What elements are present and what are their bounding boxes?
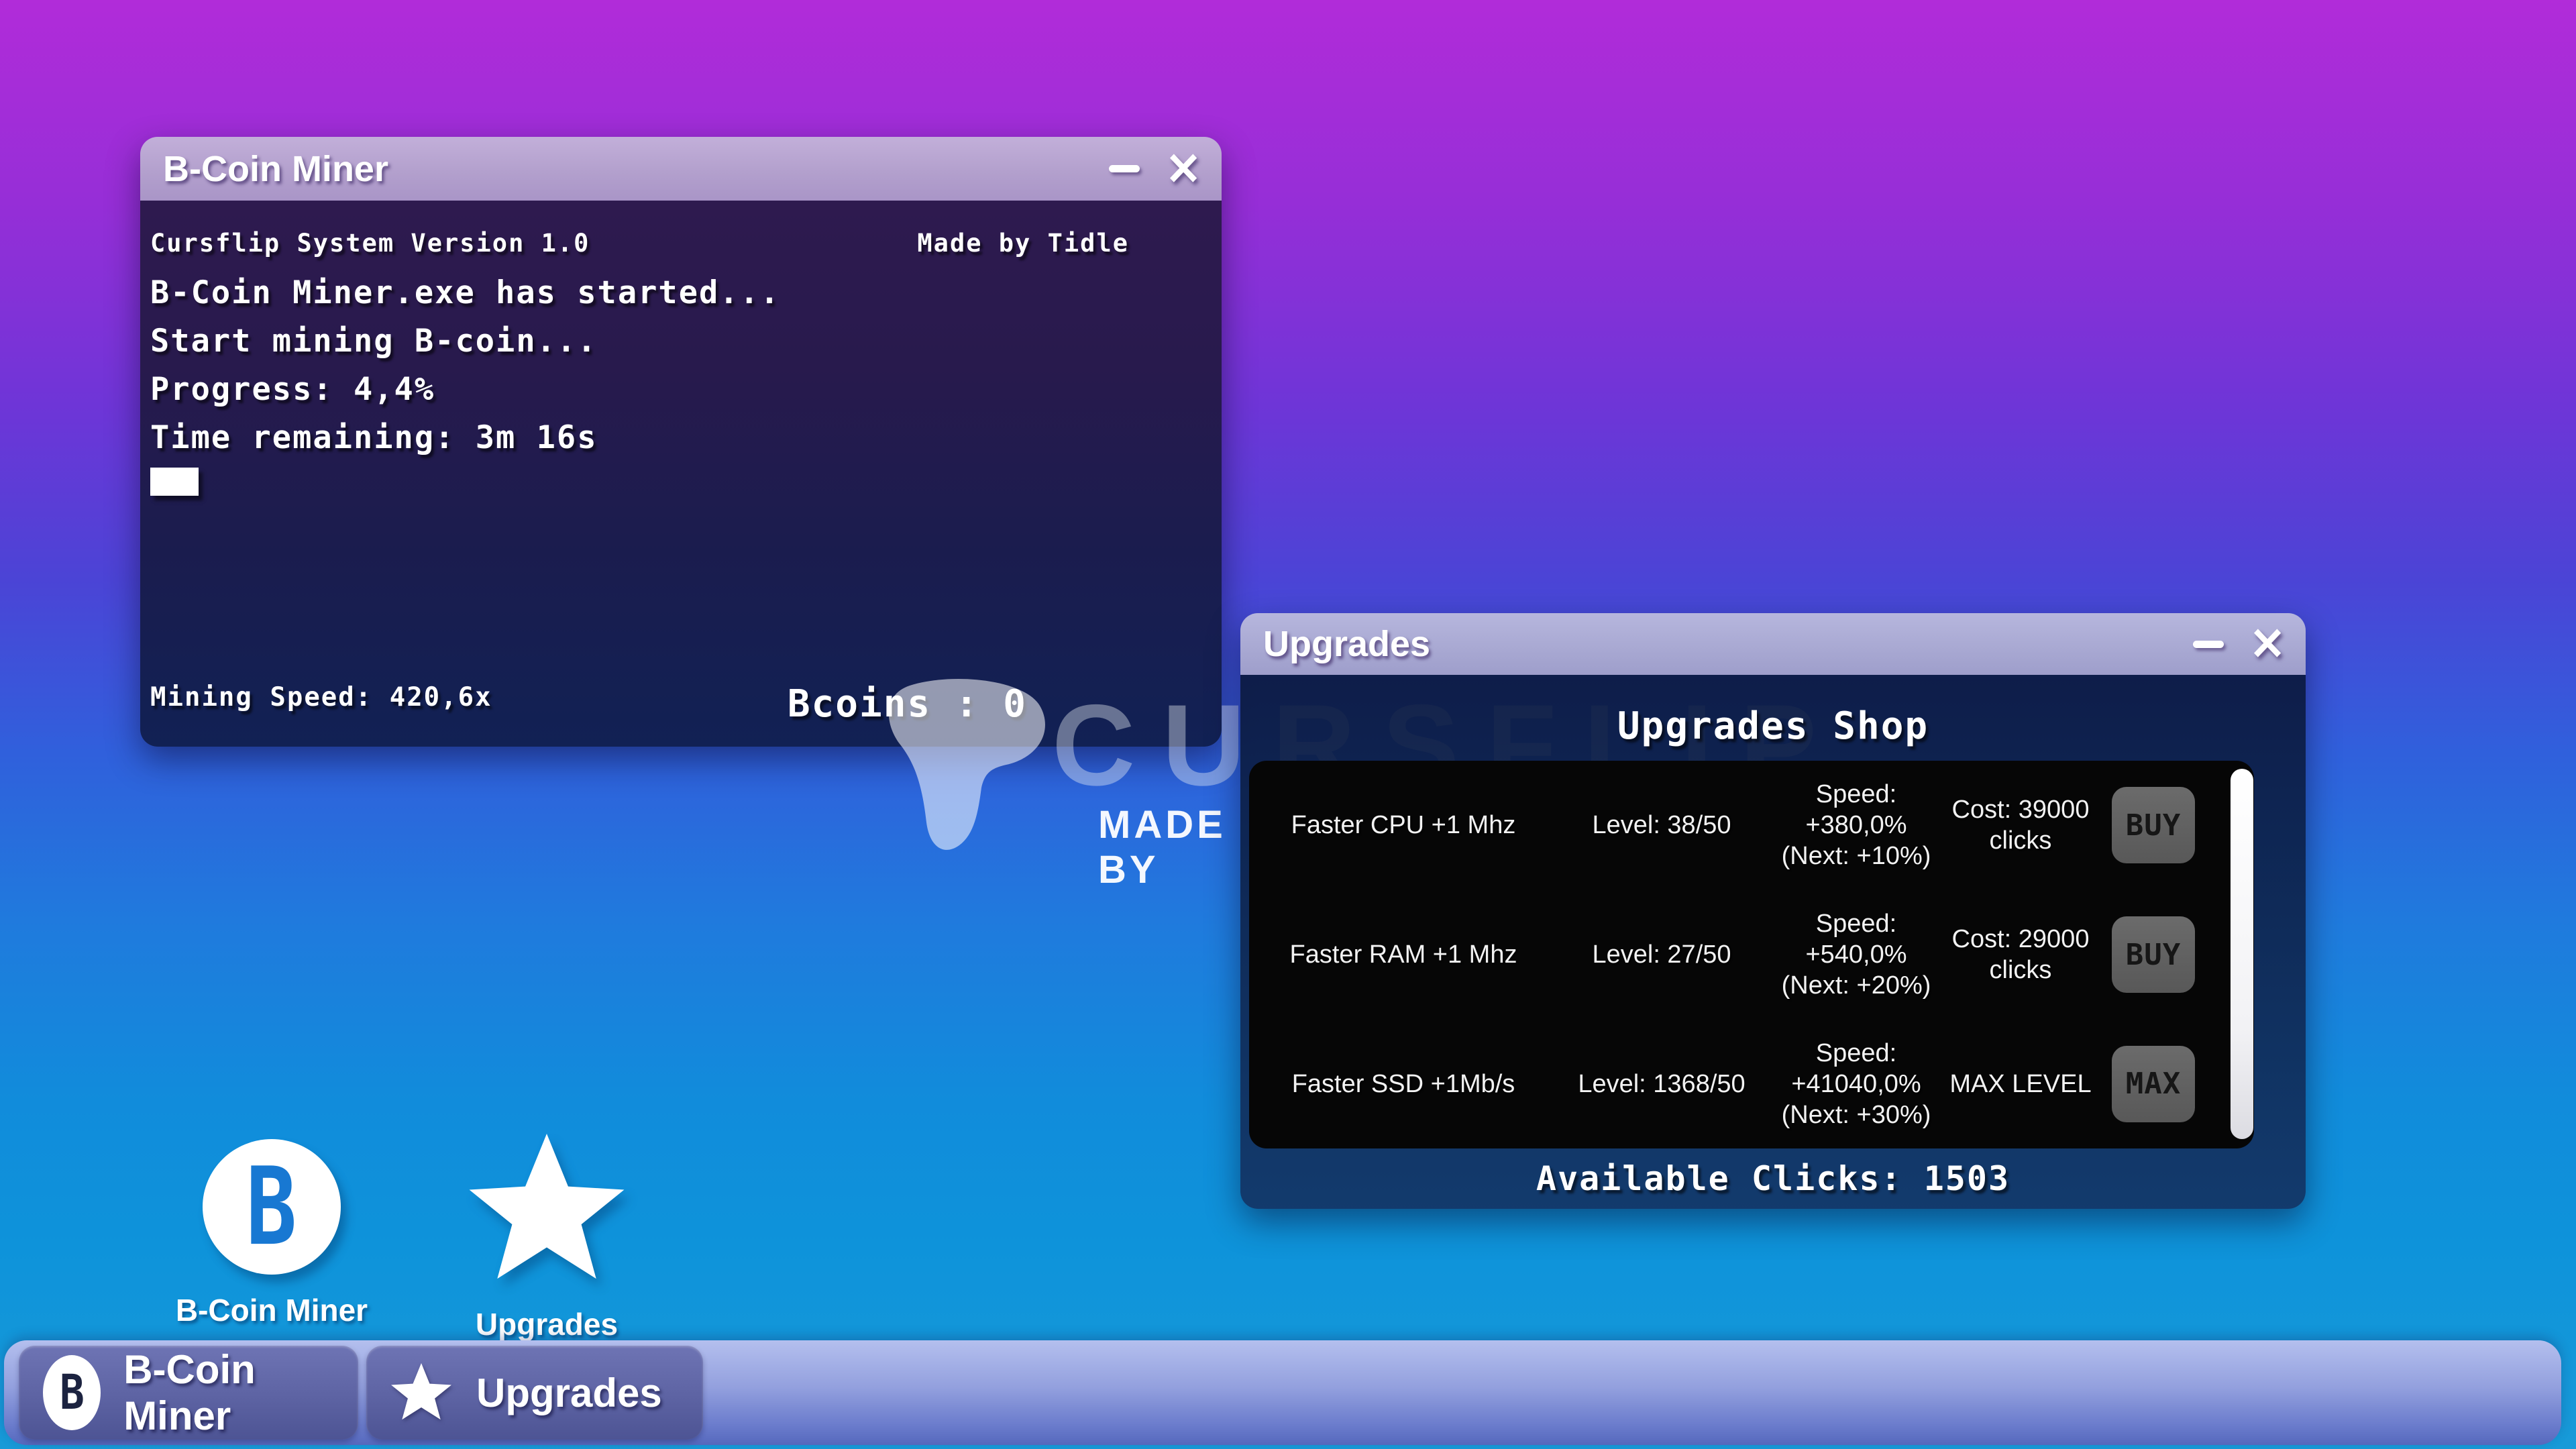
desktop-icon-label: Upgrades <box>433 1306 661 1342</box>
mining-speed-label: Mining Speed: 420,6x <box>150 682 492 712</box>
buy-button-label: BUY <box>2126 938 2181 972</box>
shop-row-faster-ram: Faster RAM +1 Mhz Level: 27/50 Speed: +5… <box>1249 890 2254 1020</box>
speed-line: Speed: +41040,0% <box>1766 1038 1947 1099</box>
upgrade-level: Level: 27/50 <box>1558 939 1766 970</box>
miner-titlebar[interactable]: B-Coin Miner ✕ <box>140 137 1222 201</box>
star-icon <box>389 1363 453 1422</box>
upgrade-name: Faster SSD +1Mb/s <box>1249 1069 1558 1099</box>
speed-next-line: (Next: +20%) <box>1766 970 1947 1001</box>
upgrade-speed: Speed: +540,0% (Next: +20%) <box>1766 908 1947 1001</box>
upgrade-name: Faster CPU +1 Mhz <box>1249 810 1558 841</box>
minimize-button[interactable] <box>2193 641 2224 648</box>
cost-unit-line: clicks <box>1947 825 2094 856</box>
system-version-label: Cursflip System Version 1.0 <box>150 229 590 258</box>
speed-line: Speed: +540,0% <box>1766 908 1947 970</box>
taskbar: B B-Coin Miner Upgrades <box>4 1340 2561 1445</box>
taskbar-item-bcoin-miner[interactable]: B B-Coin Miner <box>19 1346 358 1440</box>
shop-scrollbar[interactable] <box>2231 769 2253 1139</box>
bcoin-icon: B <box>203 1139 341 1275</box>
upgrades-window: Upgrades ✕ Upgrades Shop Faster CPU +1 M… <box>1240 613 2306 1209</box>
upgrade-name: Faster RAM +1 Mhz <box>1249 939 1558 970</box>
shop-row-faster-ssd: Faster SSD +1Mb/s Level: 1368/50 Speed: … <box>1249 1019 2254 1148</box>
progress-bar-chunk <box>150 468 199 496</box>
taskbar-item-label: Upgrades <box>476 1370 662 1416</box>
close-icon[interactable]: ✕ <box>2249 621 2286 666</box>
upgrade-cost: Cost: 39000 clicks <box>1947 794 2094 856</box>
buy-button[interactable]: BUY <box>2112 916 2195 993</box>
log-line-progress: Progress: 4,4% <box>150 366 1195 414</box>
buy-button[interactable]: BUY <box>2112 787 2195 863</box>
cost-unit-line: clicks <box>1947 955 2094 985</box>
desktop-icon-label: B-Coin Miner <box>158 1292 386 1328</box>
upgrades-window-body: Upgrades Shop Faster CPU +1 Mhz Level: 3… <box>1240 675 2306 1209</box>
speed-line: Speed: +380,0% <box>1766 779 1947 841</box>
desktop-icon-upgrades[interactable]: Upgrades <box>433 1134 661 1342</box>
upgrade-cost: MAX LEVEL <box>1947 1069 2094 1099</box>
credit-label: Made by Tidle <box>917 229 1129 258</box>
max-level-label: MAX LEVEL <box>1947 1069 2094 1099</box>
max-button-label: MAX <box>2126 1067 2181 1101</box>
shop-title: Upgrades Shop <box>1240 704 2306 748</box>
shop-row-faster-cpu: Faster CPU +1 Mhz Level: 38/50 Speed: +3… <box>1249 761 2254 890</box>
log-line-started: B-Coin Miner.exe has started... <box>150 269 1195 317</box>
upgrades-window-controls: ✕ <box>2193 613 2286 675</box>
miner-window: B-Coin Miner ✕ Cursflip System Version 1… <box>140 137 1222 747</box>
available-clicks-counter: Available Clicks: 1503 <box>1240 1159 2306 1198</box>
speed-next-line: (Next: +30%) <box>1766 1099 1947 1130</box>
minimize-button[interactable] <box>1109 165 1140 172</box>
log-line-time-remaining: Time remaining: 3m 16s <box>150 414 1195 462</box>
miner-window-controls: ✕ <box>1109 137 1201 201</box>
upgrade-cost: Cost: 29000 clicks <box>1947 924 2094 985</box>
upgrade-level: Level: 1368/50 <box>1558 1069 1766 1099</box>
speed-next-line: (Next: +10%) <box>1766 841 1947 871</box>
upgrade-level: Level: 38/50 <box>1558 810 1766 841</box>
bcoins-counter: Bcoins : 0 <box>788 682 1027 726</box>
upgrades-titlebar[interactable]: Upgrades ✕ <box>1240 613 2306 675</box>
upgrade-speed: Speed: +41040,0% (Next: +30%) <box>1766 1038 1947 1130</box>
star-icon <box>463 1134 631 1285</box>
buy-button-label: BUY <box>2126 808 2181 843</box>
desktop-icon-bcoin-miner[interactable]: B B-Coin Miner <box>158 1139 386 1328</box>
watermark-made-by-text: MADE BY <box>1098 802 1226 892</box>
upgrades-window-title: Upgrades <box>1240 623 1430 665</box>
bcoin-b-glyph: B <box>246 1144 297 1269</box>
miner-meta-row: Cursflip System Version 1.0 Made by Tidl… <box>150 229 1129 258</box>
miner-status-row: Mining Speed: 420,6x Bcoins : 0 <box>150 682 1175 726</box>
close-icon[interactable]: ✕ <box>1165 146 1201 191</box>
bcoin-b-glyph: B <box>60 1365 85 1421</box>
miner-window-title: B-Coin Miner <box>140 148 388 190</box>
bcoin-icon: B <box>43 1355 101 1430</box>
log-line-mining: Start mining B-coin... <box>150 317 1195 366</box>
shop-panel: Faster CPU +1 Mhz Level: 38/50 Speed: +3… <box>1249 761 2254 1148</box>
taskbar-item-label: B-Coin Miner <box>123 1346 358 1439</box>
miner-window-body: Cursflip System Version 1.0 Made by Tidl… <box>140 201 1222 747</box>
upgrade-speed: Speed: +380,0% (Next: +10%) <box>1766 779 1947 871</box>
taskbar-item-upgrades[interactable]: Upgrades <box>366 1346 703 1440</box>
cost-line: Cost: 29000 <box>1947 924 2094 955</box>
miner-log: B-Coin Miner.exe has started... Start mi… <box>150 269 1195 462</box>
cost-line: Cost: 39000 <box>1947 794 2094 825</box>
max-button[interactable]: MAX <box>2112 1046 2195 1122</box>
